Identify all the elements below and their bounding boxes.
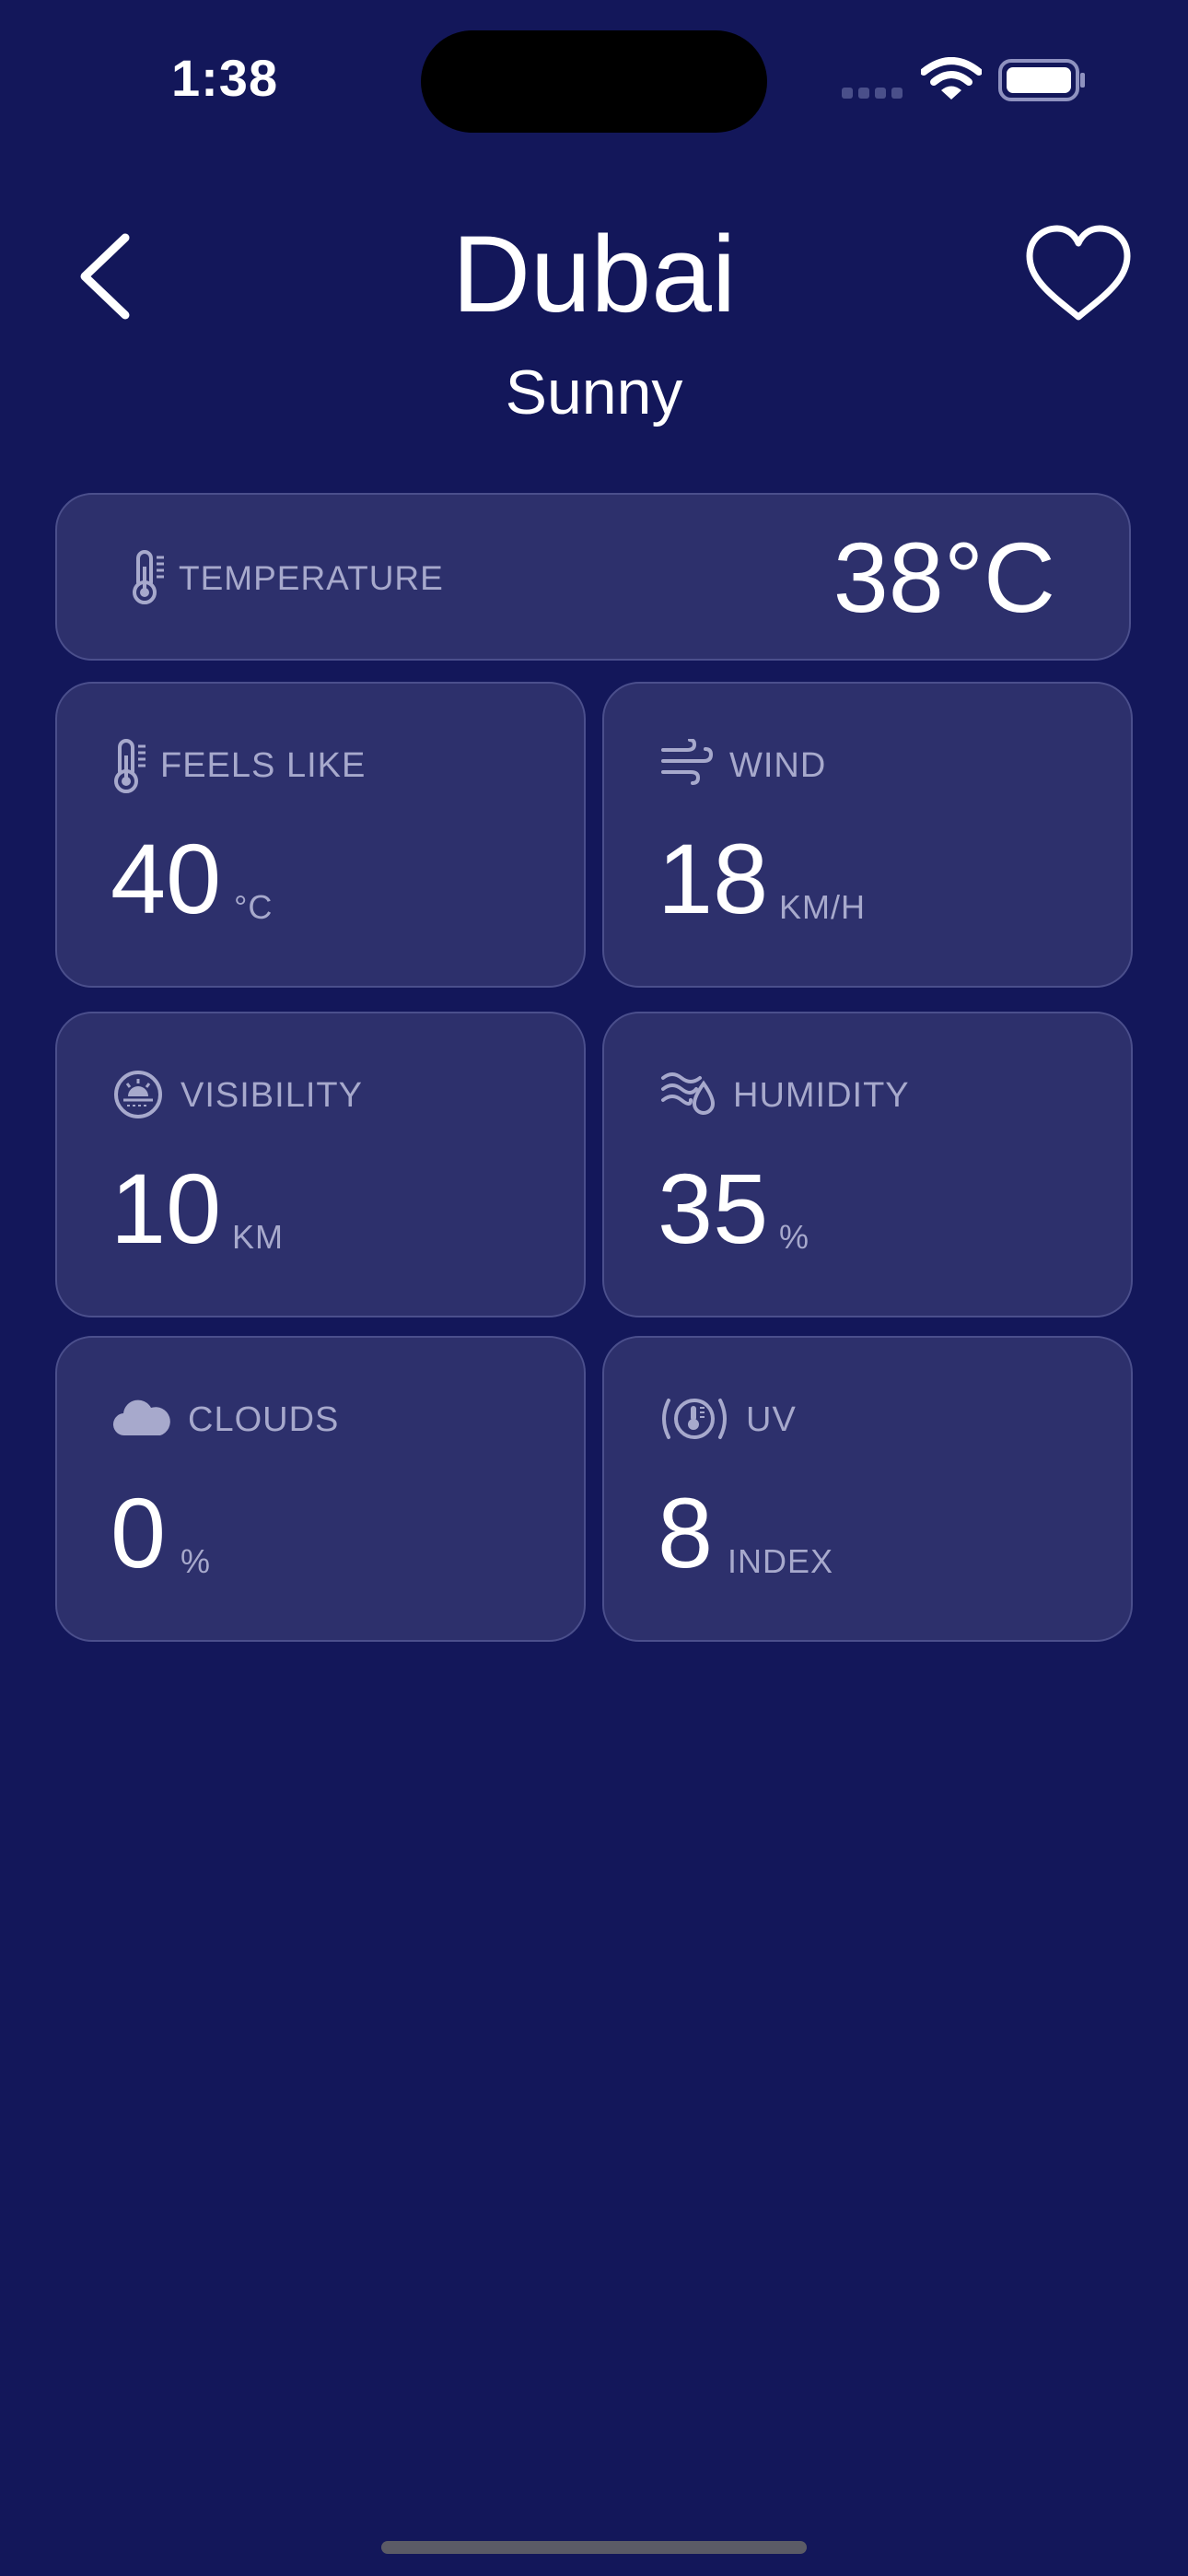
weather-condition: Sunny [505,357,683,427]
visibility-label: VISIBILITY [181,1076,363,1115]
clouds-label: CLOUDS [188,1400,340,1439]
clouds-unit: % [181,1542,212,1580]
uv-label: UV [746,1400,797,1439]
visibility-card: VISIBILITY 10 KM [55,1012,586,1317]
wind-unit: KM/H [779,888,866,926]
feels-like-unit: °C [234,888,274,926]
wind-icon [659,738,715,790]
uv-icon [659,1393,729,1449]
wind-label: WIND [729,746,827,785]
feels-like-label: FEELS LIKE [160,746,367,785]
clouds-card: CLOUDS 0 % [55,1336,586,1642]
humidity-card: HUMIDITY 35 % [602,1012,1133,1317]
temperature-label: TEMPERATURE [179,559,444,597]
visibility-unit: KM [232,1218,284,1256]
humidity-value: 35 [658,1153,769,1264]
humidity-icon [659,1069,716,1119]
status-time: 1:38 [171,49,279,107]
dynamic-island [421,30,767,133]
wifi-icon [920,57,983,106]
visibility-value: 10 [111,1153,222,1264]
visibility-icon [112,1069,164,1125]
uv-card: UV 8 INDEX [602,1336,1133,1642]
clouds-value: 0 [111,1477,167,1588]
status-bar: 1:38 [0,0,1188,157]
uv-value: 8 [658,1477,714,1588]
wind-card: WIND 18 KM/H [602,682,1133,988]
wind-value: 18 [658,823,769,934]
favorite-button[interactable] [1024,221,1133,332]
battery-icon [998,59,1087,106]
humidity-label: HUMIDITY [733,1076,910,1115]
feels-like-value: 40 [111,823,222,934]
heart-icon [1026,225,1131,321]
humidity-unit: % [779,1218,810,1256]
feels-like-card: FEELS LIKE 40 °C [55,682,586,988]
temperature-card: TEMPERATURE 38°C [55,493,1131,661]
thermometer-icon [112,739,149,799]
cloud-icon [112,1393,171,1444]
uv-unit: INDEX [728,1542,834,1580]
home-indicator[interactable] [381,2541,807,2554]
cellular-signal-icon [842,87,908,103]
city-title: Dubai [451,214,737,335]
temperature-value: 38°C [833,521,1055,633]
thermometer-icon [131,550,168,610]
